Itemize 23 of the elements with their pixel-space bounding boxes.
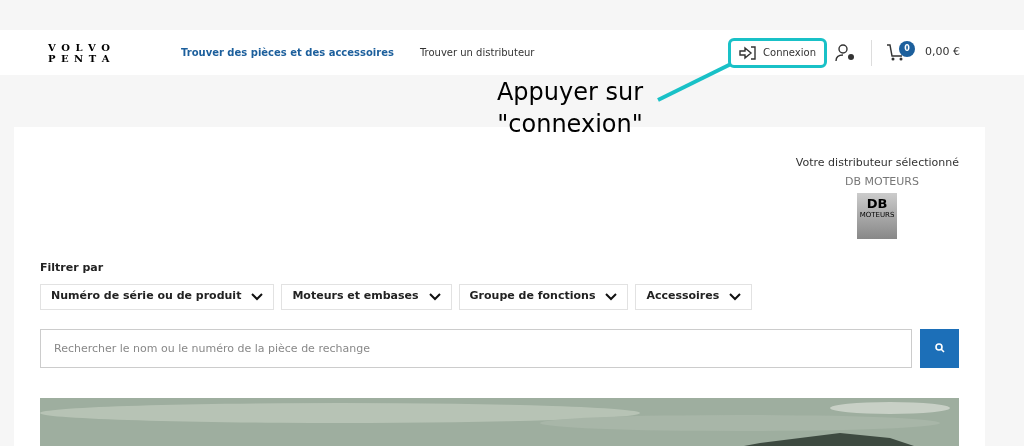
login-icon (739, 45, 758, 60)
filter-dropdown[interactable]: Accessoires (635, 283, 753, 310)
search-field[interactable]: Rechercher le nom ou le numéro de la pièce de rechange (40, 328, 912, 368)
filter-dropdown[interactable]: Numéro de série ou de produit (40, 283, 275, 310)
annotation-text: Appuyer sur "connexion" (495, 77, 645, 140)
logo[interactable]: V O L V O P E N T A (48, 41, 138, 64)
filter-dropdown[interactable]: Groupe de fonctions (458, 283, 629, 310)
login-button[interactable]: Connexion (728, 37, 827, 68)
chevron-down-icon (729, 292, 742, 301)
dealer-name: DB MOTEURS (845, 173, 919, 190)
chevron-down-icon (605, 292, 618, 301)
filter-dropdown[interactable]: Moteurs et embases (281, 283, 452, 310)
dealer-title: Votre distributeur sélectionné (795, 155, 959, 171)
user-settings-icon[interactable] (835, 42, 857, 63)
chevron-down-icon (251, 292, 264, 301)
nav-link[interactable]: Trouver un distributeur (419, 45, 535, 60)
nav-link[interactable]: Trouver des pièces et des accessoires (181, 45, 394, 60)
cart-total: 0,00 € (925, 44, 960, 61)
search-icon (934, 343, 945, 353)
chevron-down-icon (428, 292, 441, 301)
search-button[interactable] (920, 328, 959, 368)
filter-label: Filtrer par (40, 260, 105, 276)
cart-count-badge: 0 (899, 40, 915, 57)
